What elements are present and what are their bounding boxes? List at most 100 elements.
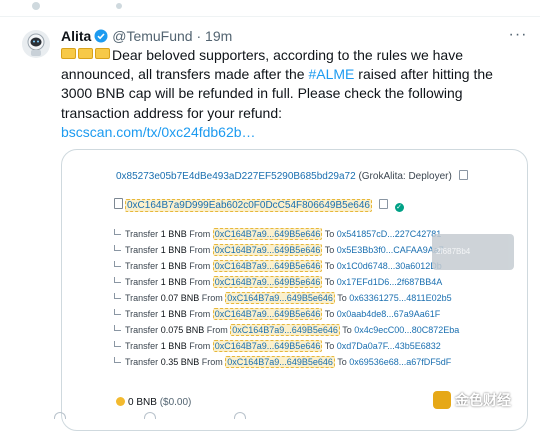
deployer-row: 0x85273e05b7E4dBe493aD227EF5290B685bd29a… [116,170,468,182]
from-word: From [189,261,211,271]
from-word: From [189,277,211,287]
tooltip: 2f687Bb4 [432,234,514,270]
reply-icon[interactable] [54,412,66,419]
to-address[interactable]: 0x69536e68...a67fDF5dF [349,357,451,367]
separator: · [196,28,202,44]
to-address[interactable]: 0x4c9ecC00...80C872Eba [354,325,459,335]
to-word: To [337,293,347,303]
deployer-label: (GrokAlita: Deployer) [358,171,452,182]
transfer-label: Transfer [125,229,159,239]
from-word: From [201,357,223,367]
transfer-row: Transfer 0.07 BNB From 0xC164B7a9...649B… [114,290,459,306]
transfer-row: Transfer 1 BNB From 0xC164B7a9...649B5e6… [114,226,459,242]
from-word: From [189,245,211,255]
balance-row: 0 BNB ($0.00) [116,397,191,408]
bnb-coin-icon [116,397,125,406]
like-icon[interactable] [234,412,246,419]
more-icon[interactable]: ··· [507,24,529,46]
action-bar [54,410,354,420]
avatar[interactable] [22,30,50,58]
contract-address[interactable]: 0xC164B7a9D999Eab602c0F0DcC54F806649B5e6… [125,199,372,212]
transfer-arrow-icon [114,261,121,267]
transfer-arrow-icon [114,293,121,299]
transfer-arrow-icon [114,341,121,347]
from-address[interactable]: 0xC164B7a9...649B5e646 [212,228,323,240]
transfer-amount: 1 BNB [160,277,187,287]
tx-link[interactable]: bscscan.com/tx/0xc24fdb62b… [61,124,256,140]
from-address[interactable]: 0xC164B7a9...649B5e646 [212,340,323,352]
from-address[interactable]: 0xC164B7a9...649B5e646 [225,292,335,304]
media-card[interactable]: 0x85273e05b7E4dBe493aD227EF5290B685bd29a… [61,149,528,431]
watermark: 金色财经 [433,390,511,412]
transfer-label: Transfer [125,277,159,287]
top-icon-right [116,3,122,9]
to-word: To [324,277,335,287]
transfer-row: Transfer 1 BNB From 0xC164B7a9...649B5e6… [114,338,459,354]
to-word: To [324,309,335,319]
to-word: To [324,245,335,255]
from-address[interactable]: 0xC164B7a9...649B5e646 [230,324,340,336]
transfer-row: Transfer 0.35 BNB From 0xC164B7a9...649B… [114,354,459,370]
transfer-amount: 1 BNB [160,245,187,255]
to-address[interactable]: 0x63361275...4811E02b5 [349,293,451,303]
from-word: From [201,293,223,303]
watermark-text: 金色财经 [455,392,511,408]
top-icon-left [32,2,40,10]
transfer-label: Transfer [125,309,159,319]
transfer-arrow-icon [114,357,121,363]
transfer-arrow-icon [114,229,121,235]
transfer-row: Transfer 1 BNB From 0xC164B7a9...649B5e6… [114,306,459,322]
from-address[interactable]: 0xC164B7a9...649B5e646 [212,260,323,272]
transfer-row: Transfer 1 BNB From 0xC164B7a9...649B5e6… [114,258,459,274]
transfer-arrow-icon [114,245,121,251]
check-icon: ✓ [394,203,404,212]
transfer-label: Transfer [125,357,159,367]
hashtag-link[interactable]: #ALME [308,66,354,82]
copy-icon[interactable] [378,199,388,209]
watermark-logo-icon [433,391,451,409]
transfer-row: Transfer 1 BNB From 0xC164B7a9...649B5e6… [114,274,459,290]
from-address[interactable]: 0xC164B7a9...649B5e646 [212,244,323,256]
emoji-icon [78,48,93,59]
to-address[interactable]: 0x541857cD...227C42781 [337,229,442,239]
to-word: To [324,229,335,239]
from-word: From [189,341,211,351]
from-word: From [206,325,228,335]
from-address[interactable]: 0xC164B7a9...649B5e646 [225,356,335,368]
to-address[interactable]: 0x1C0d6748...30a6012Db [337,261,442,271]
transfer-amount: 1 BNB [160,309,187,319]
transfer-label: Transfer [125,341,159,351]
transfer-row: Transfer 0.075 BNB From 0xC164B7a9...649… [114,322,459,338]
balance-usd: ($0.00) [159,397,192,408]
transfer-row: Transfer 1 BNB From 0xC164B7a9...649B5e6… [114,242,459,258]
emoji-icon [95,48,110,59]
timestamp[interactable]: 19m [205,28,232,44]
from-address[interactable]: 0xC164B7a9...649B5e646 [212,308,323,320]
to-address[interactable]: 0x5E3Bb3f0...CAFAA9Aa7 [337,245,444,255]
repost-icon[interactable] [144,412,156,419]
to-word: To [342,325,352,335]
to-word: To [324,341,335,351]
author-name[interactable]: Alita [61,28,91,44]
to-address[interactable]: 0xd7Da0a7F...43b5E6832 [337,341,441,351]
tooltip-text: 2f687Bb4 [436,247,471,256]
from-word: From [189,309,211,319]
copy-icon[interactable] [458,170,468,180]
from-address[interactable]: 0xC164B7a9...649B5e646 [212,276,323,288]
deployer-address[interactable]: 0x85273e05b7E4dBe493aD227EF5290B685bd29a… [116,171,356,182]
transfer-amount: 0.35 BNB [160,357,200,367]
emoji-icon [61,48,76,59]
transfer-arrow-icon [114,309,121,315]
to-address[interactable]: 0x17EFd1D6...2f687BB4A [337,277,443,287]
to-address[interactable]: 0x0aab4de8...67a9Aa61F [337,309,441,319]
verified-badge-icon [94,29,108,47]
transfer-label: Transfer [125,293,159,303]
contract-row: 0xC164B7a9D999Eab602c0F0DcC54F806649B5e6… [114,198,404,212]
top-bar [0,0,540,17]
to-word: To [324,261,335,271]
author-handle[interactable]: @TemuFund [112,28,192,44]
tweet-header: Alita @TemuFund · 19m [61,27,232,47]
to-word: To [337,357,347,367]
transfer-label: Transfer [125,261,159,271]
from-word: From [189,229,211,239]
